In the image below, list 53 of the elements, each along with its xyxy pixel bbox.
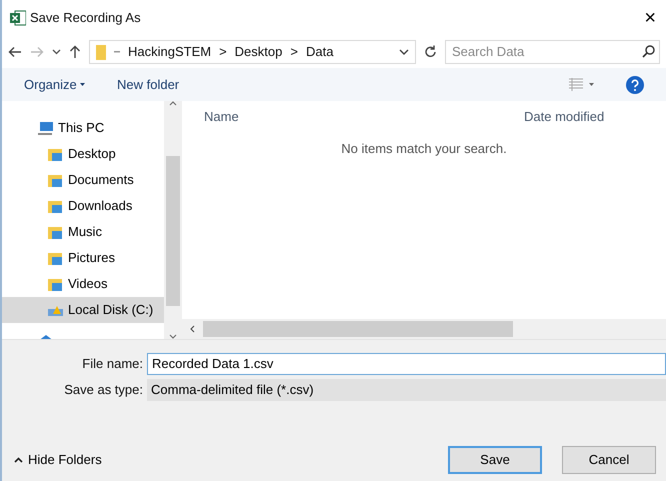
help-icon[interactable] [626, 76, 644, 94]
hide-folders-toggle[interactable]: Hide Folders [14, 450, 428, 470]
folder-icon [48, 173, 64, 187]
address-bar[interactable]: HackingSTEM > Desktop > Data [89, 40, 416, 64]
path-segment[interactable]: HackingSTEM [128, 42, 212, 62]
dropdown-icon [80, 83, 85, 86]
sidebar-item[interactable]: Documents [2, 167, 164, 193]
folder-icon [48, 251, 64, 265]
folder-icon [48, 225, 64, 239]
sidebar-item[interactable]: Local Disk (C:) [2, 297, 164, 323]
computer-icon [38, 121, 54, 135]
folder-icon [96, 44, 106, 60]
column-header[interactable]: Date modified [522, 106, 610, 128]
path-segment[interactable]: Desktop [234, 42, 282, 62]
sidebar-item[interactable]: This PC [2, 115, 164, 141]
organize-menu[interactable]: Organize [24, 74, 85, 94]
scroll-down-icon[interactable] [169, 334, 177, 339]
sidebar-item[interactable]: Music [2, 219, 164, 245]
path-separator: > [219, 42, 227, 61]
vertical-scrollbar[interactable] [164, 101, 182, 339]
spreadsheet-app-icon [10, 10, 26, 26]
path-separator: > [290, 42, 298, 61]
folder-icon [48, 277, 64, 291]
chevron-down-icon[interactable] [52, 48, 61, 54]
new-folder-button[interactable]: New folder [117, 74, 180, 94]
window-title: Save Recording As [30, 8, 142, 27]
folder-icon [48, 199, 64, 213]
field-label: Save as type: [63, 381, 144, 400]
file-type-dropdown[interactable]: Comma-delimited file (*.csv) [147, 379, 666, 401]
path-segment[interactable]: Data [306, 42, 334, 62]
dropdown-icon[interactable] [589, 83, 594, 86]
sidebar-item[interactable]: Downloads [2, 193, 164, 219]
refresh-icon[interactable] [424, 44, 437, 58]
up-icon[interactable] [69, 44, 81, 58]
horizontal-scrollbar[interactable] [182, 319, 666, 339]
chevron-up-icon [14, 457, 23, 463]
scroll-left-icon[interactable] [190, 325, 195, 333]
chevron-down-icon[interactable] [399, 48, 409, 54]
sidebar-item[interactable]: Videos [2, 271, 164, 297]
close-button[interactable]: × [642, 8, 658, 28]
sidebar-item[interactable]: Desktop [2, 141, 164, 167]
search-icon [642, 45, 655, 58]
scroll-up-icon[interactable] [169, 101, 177, 106]
search-field[interactable]: Search Data [445, 40, 660, 64]
save-button[interactable]: Save [448, 446, 542, 474]
cancel-button[interactable]: Cancel [562, 446, 656, 474]
field-label: File name: [81, 355, 144, 374]
dash-icon [114, 50, 120, 52]
sidebar-item[interactable]: Pictures [2, 245, 164, 271]
folder-icon [48, 147, 64, 161]
column-header[interactable]: Name [182, 106, 522, 128]
back-icon[interactable] [8, 46, 22, 58]
empty-message: No items match your search. [340, 140, 508, 158]
